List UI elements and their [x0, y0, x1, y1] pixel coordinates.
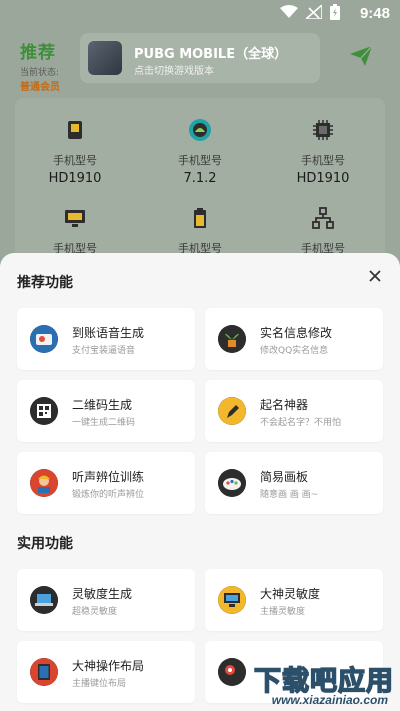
palette-icon [218, 469, 246, 497]
network-icon [312, 207, 334, 229]
feature-card-pro-sensitivity[interactable]: 大神灵敏度 主播灵敏度 [205, 569, 383, 631]
feature-title: 实名信息修改 [260, 326, 333, 340]
android-icon [189, 119, 211, 141]
device-label: 手机型号 [53, 154, 97, 167]
monitor-icon [65, 210, 85, 227]
feature-card-qrcode[interactable]: 二维码生成 一键生成二维码 [17, 380, 195, 442]
feature-title: 听声辨位训练 [72, 470, 145, 484]
feature-card-sensitivity-gen[interactable]: 灵敏度生成 超稳灵敏度 [17, 569, 195, 631]
feature-subtitle: 一键生成二维码 [72, 418, 136, 428]
header-left: 推荐 当前状态: 普通会员 [20, 38, 60, 93]
feature-card-realname-edit[interactable]: 实名信息修改 修改QQ实名信息 [205, 308, 383, 370]
close-icon[interactable] [366, 267, 384, 285]
feature-subtitle: 锻炼你的听声辨位 [72, 490, 145, 500]
site-watermark: 下载吧应用 www.xiazainiao.com [236, 659, 396, 711]
device-value: HD1910 [296, 171, 350, 186]
game-subtitle: 点击切换游戏版本 [134, 66, 214, 77]
feature-subtitle: 主播灵敏度 [260, 607, 306, 617]
feature-subtitle: 随意画 画 画~ [260, 490, 319, 500]
feature-subtitle: 修改QQ实名信息 [260, 346, 329, 356]
section-title-recommended: 推荐功能 [17, 275, 73, 291]
status-icons [280, 4, 340, 20]
signal-icon [306, 5, 322, 19]
section-title-utility: 实用功能 [17, 536, 73, 552]
game-thumbnail [88, 41, 122, 75]
device-cell: 手机型号 HD1910 [263, 118, 383, 186]
device-cell: 手机型号 [140, 206, 260, 256]
watermark-url: www.xiazainiao.com [271, 693, 388, 707]
member-state-label: 当前状态: [20, 68, 60, 78]
feature-card-payment-voice[interactable]: 到账语音生成 支付宝装逼语音 [17, 308, 195, 370]
send-icon[interactable] [350, 46, 372, 66]
pen-icon [218, 397, 246, 425]
feature-subtitle: 主播键位布局 [72, 679, 127, 689]
features-bottom-sheet: 推荐功能 到账语音生成 支付宝装逼语音 实名信息修改 修改QQ实名信息 二维码生… [0, 253, 400, 711]
feature-card-sound-training[interactable]: 听声辨位训练 锻炼你的听声辨位 [17, 452, 195, 514]
feature-card-pro-layout[interactable]: 大神操作布局 主播键位布局 [17, 641, 195, 703]
device-label: 手机型号 [301, 154, 345, 167]
member-state-value: 普通会员 [20, 82, 60, 93]
chip-icon [313, 120, 333, 140]
feature-title: 二维码生成 [72, 398, 133, 412]
device-cell: 手机型号 HD1910 [15, 118, 135, 186]
page-title: 推荐 [20, 43, 56, 63]
sd-card-icon [68, 121, 82, 139]
game-name: PUBG MOBILE（全球） [134, 47, 288, 62]
status-bar: 9:48 [0, 0, 400, 28]
device-value: 7.1.2 [183, 171, 217, 186]
feature-title: 大神灵敏度 [260, 587, 321, 601]
battery-charging-icon [330, 4, 340, 20]
feature-card-simple-drawing[interactable]: 简易画板 随意画 画 画~ [205, 452, 383, 514]
device-label: 手机型号 [178, 154, 222, 167]
feature-subtitle: 超稳灵敏度 [72, 607, 118, 617]
soldier-icon [30, 469, 58, 497]
battery-icon [194, 208, 206, 228]
device-value: HD1910 [48, 171, 102, 186]
device-cell: 手机型号 7.1.2 [140, 118, 260, 186]
feature-subtitle: 支付宝装逼语音 [72, 346, 136, 356]
feature-title: 到账语音生成 [72, 326, 145, 340]
feature-title: 大神操作布局 [72, 659, 145, 673]
feature-subtitle: 不会起名字？不用怕 [260, 418, 342, 428]
plant-icon [218, 325, 246, 353]
game-version-switcher[interactable]: PUBG MOBILE（全球） 点击切换游戏版本 [80, 33, 320, 83]
device-cell: 手机型号 [263, 206, 383, 256]
status-time: 9:48 [359, 5, 390, 22]
desktop-icon [218, 586, 246, 614]
tablet-icon [30, 658, 58, 686]
device-cell: 手机型号 [15, 206, 135, 256]
wifi-icon [280, 5, 298, 18]
feature-title: 灵敏度生成 [72, 587, 133, 601]
laptop-icon [30, 586, 58, 614]
feature-title: 起名神器 [260, 398, 309, 412]
feature-title: 简易画板 [260, 470, 309, 484]
payment-voice-icon [30, 325, 58, 353]
qrcode-icon [30, 397, 58, 425]
feature-card-name-generator[interactable]: 起名神器 不会起名字？不用怕 [205, 380, 383, 442]
